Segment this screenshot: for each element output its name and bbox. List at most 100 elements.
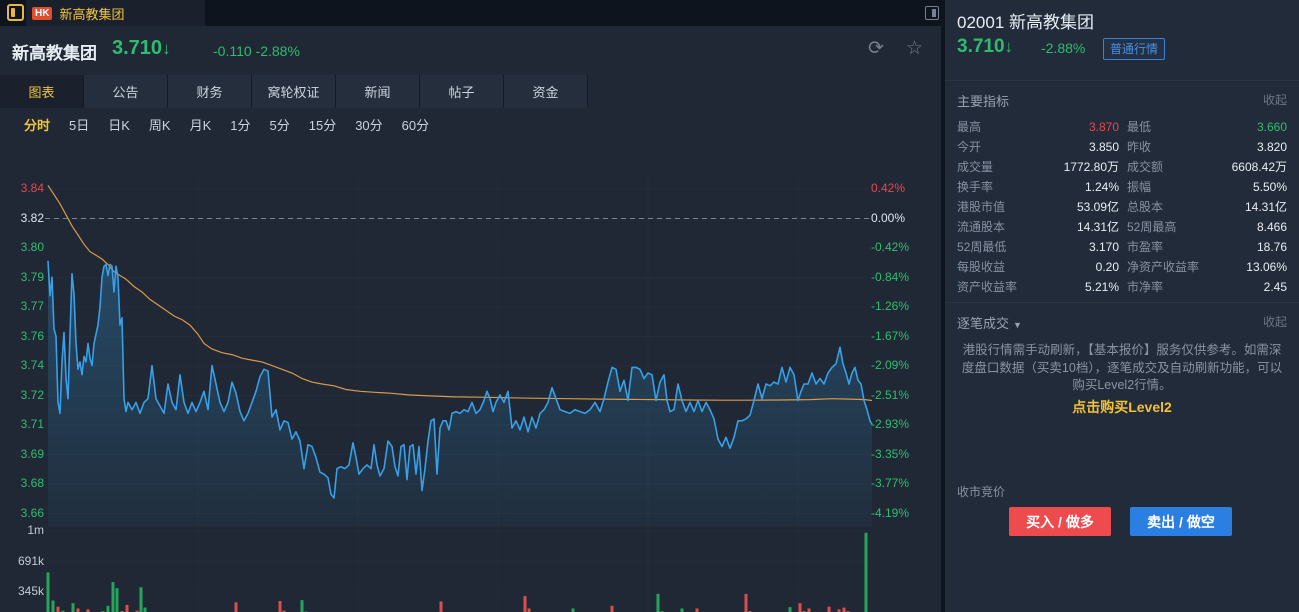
axis-label: -2.09%: [871, 358, 909, 372]
axis-label: -1.26%: [871, 299, 909, 313]
indicator-cell: 最低3.660: [1127, 117, 1287, 137]
volume-bar: [681, 608, 684, 612]
indicator-label: 总股本: [1127, 197, 1163, 217]
period-tab-60min[interactable]: 60分: [402, 115, 429, 134]
panel-toggle-bar: [932, 9, 936, 17]
sidebar-toggle-icon[interactable]: [7, 4, 24, 21]
period-tab-5min[interactable]: 5分: [270, 115, 290, 134]
volume-bar: [235, 602, 238, 612]
tab-posts[interactable]: 帖子: [420, 75, 504, 108]
indicators-section-title: 主要指标: [957, 94, 1009, 109]
indicator-cell: 昨收3.820: [1127, 137, 1287, 157]
buy-long-button[interactable]: 买入 / 做多: [1009, 507, 1111, 536]
quote-change-percent: -2.88%: [1041, 40, 1085, 56]
indicator-label: 昨收: [1127, 137, 1151, 157]
indicator-cell: 成交量 1772.80万: [957, 157, 1127, 177]
axis-label: 0.00%: [871, 211, 905, 225]
indicator-label: 每股收益: [957, 257, 1005, 277]
indicator-value: 6608.42万: [1232, 157, 1287, 177]
indicator-cell: 市净率2.45: [1127, 277, 1287, 297]
indicator-cell: 52周最低3.170: [957, 237, 1127, 257]
period-tab-5d[interactable]: 5日: [69, 115, 89, 134]
buy-level2-link[interactable]: 点击购买Level2: [945, 397, 1299, 417]
indicator-cell: 总股本14.31亿: [1127, 197, 1287, 217]
indicator-value: 0.20: [1096, 257, 1119, 277]
period-tab-1min[interactable]: 1分: [230, 115, 250, 134]
current-price: 3.710↓: [112, 37, 171, 60]
indicator-cell: 今开 3.850: [957, 137, 1127, 157]
volume-bar: [107, 606, 110, 612]
indicator-value: 3.850: [1089, 137, 1119, 157]
tab-chart[interactable]: 图表: [0, 75, 84, 108]
volume-bar: [799, 603, 802, 612]
period-tab-15min[interactable]: 15分: [309, 115, 336, 134]
indicator-cell: 港股市值53.09亿: [957, 197, 1127, 217]
volume-bar: [696, 608, 699, 612]
tab-announcements[interactable]: 公告: [84, 75, 168, 108]
tab-warrants[interactable]: 窝轮权证: [252, 75, 336, 108]
content-tabs: 图表公告财务窝轮权证新闻帖子资金: [0, 75, 941, 108]
stock-name: 新高教集团: [12, 39, 97, 64]
period-tab-30min[interactable]: 30分: [355, 115, 382, 134]
tab-financials[interactable]: 财务: [168, 75, 252, 108]
indicator-row: 港股市值53.09亿总股本14.31亿: [957, 197, 1287, 217]
indicator-row: 换手率1.24%振幅5.50%: [957, 177, 1287, 197]
period-tab-intraday[interactable]: 分时: [24, 115, 50, 134]
indicators-grid: 最高3.870最低3.660今开3.850昨收3.820成交量1772.80万成…: [957, 117, 1287, 297]
axis-label: -3.35%: [871, 447, 909, 461]
axis-label: 3.71: [0, 417, 44, 431]
price-change: -0.110 -2.88%: [213, 43, 300, 59]
stock-tab-title: 新高教集团: [59, 4, 124, 23]
axis-label: 3.72: [0, 388, 44, 402]
tab-funds[interactable]: 资金: [504, 75, 588, 108]
indicator-cell: 52周最高8.466: [1127, 217, 1287, 237]
panel-toggle-icon[interactable]: [925, 6, 939, 20]
collapse-indicators-link[interactable]: 收起: [1263, 91, 1287, 108]
collapse-trades-link[interactable]: 收起: [1263, 313, 1287, 330]
indicator-cell: 资产收益率5.21%: [957, 277, 1127, 297]
quote-panel: 02001 新高教集团 3.710↓ -2.88% 普通行情 主要指标 收起 最…: [945, 0, 1299, 612]
indicator-label: 成交量: [957, 157, 993, 177]
volume-bar: [57, 607, 60, 612]
volume-bar: [789, 607, 792, 612]
volume-bar: [843, 608, 846, 612]
axis-label: -4.19%: [871, 506, 909, 520]
volume-bar: [116, 588, 119, 612]
indicator-value: 13.06%: [1246, 257, 1287, 277]
refresh-icon[interactable]: ⟳: [868, 37, 884, 60]
favorite-star-icon[interactable]: ☆: [906, 37, 923, 60]
trades-section-title[interactable]: 逐笔成交: [957, 316, 1009, 331]
indicator-label: 净资产收益率: [1127, 257, 1199, 277]
avg-price-line: [48, 185, 872, 400]
period-tab-day-k[interactable]: 日K: [108, 115, 130, 134]
trades-section-header: 逐笔成交▼ 收起: [957, 313, 1287, 332]
indicator-label: 市盈率: [1127, 237, 1163, 257]
axis-label: 3.79: [0, 270, 44, 284]
sell-short-button[interactable]: 卖出 / 做空: [1130, 507, 1232, 536]
section-divider: [945, 80, 1299, 81]
trading-app-window: HK 新高教集团 新高教集团 3.710↓ -0.110 -2.88% ⟳ ☆ …: [0, 0, 1299, 612]
period-tab-week-k[interactable]: 周K: [149, 115, 171, 134]
stock-document-tab[interactable]: HK 新高教集团: [26, 0, 205, 26]
indicator-value: 18.76: [1257, 237, 1287, 257]
volume-bar: [126, 605, 129, 612]
indicator-value: 5.50%: [1253, 177, 1287, 197]
closing-auction-label: 收市竞价: [957, 483, 1005, 500]
indicator-cell: 市盈率 18.76: [1127, 237, 1287, 257]
intraday-chart[interactable]: 3.843.823.803.793.773.763.743.723.713.69…: [0, 166, 941, 612]
stock-header: 新高教集团 3.710↓ -0.110 -2.88% ⟳ ☆: [0, 26, 941, 75]
indicator-row: 成交量1772.80万成交额6608.42万: [957, 157, 1287, 177]
tab-news[interactable]: 新闻: [336, 75, 420, 108]
volume-bar: [279, 601, 282, 612]
indicator-value: 53.09亿: [1077, 197, 1119, 217]
volume-bar: [77, 608, 80, 612]
indicator-value: 1772.80万: [1064, 157, 1119, 177]
indicator-label: 今开: [957, 137, 981, 157]
volume-bar: [524, 596, 527, 612]
level2-notice-text: 港股行情需手动刷新，【基本报价】服务仅供参考。如需深度盘口数据（买卖10档），逐…: [959, 342, 1285, 395]
quote-level-badge[interactable]: 普通行情: [1103, 38, 1165, 60]
period-tab-month-k[interactable]: 月K: [190, 115, 212, 134]
volume-bar: [301, 600, 304, 612]
axis-label: 3.82: [0, 211, 44, 225]
indicator-row: 每股收益 0.20 净资产收益率 13.06%: [957, 257, 1287, 277]
